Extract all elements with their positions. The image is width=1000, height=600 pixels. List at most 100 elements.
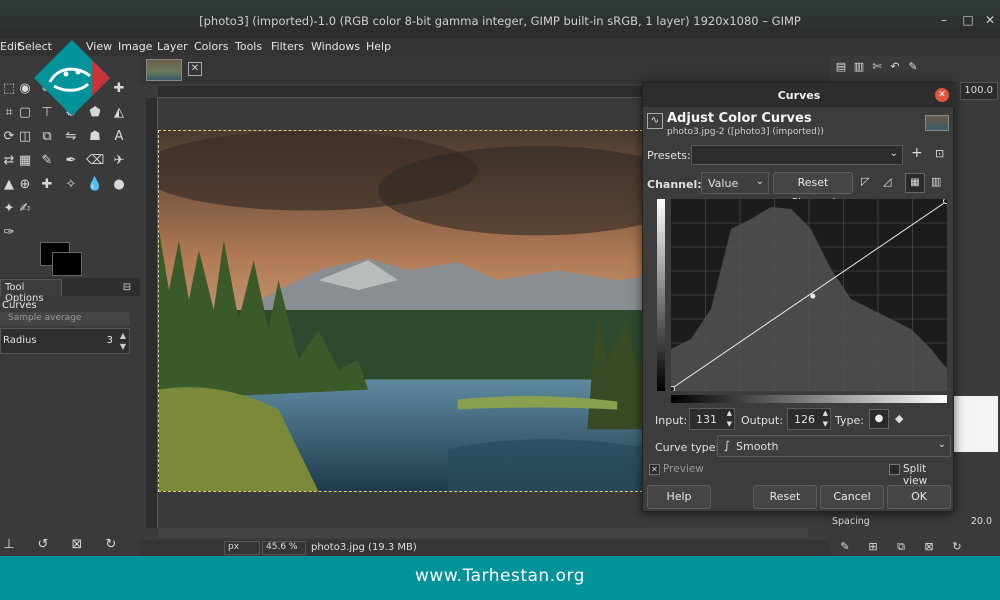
preview-checkbox[interactable]: ✕ — [649, 464, 660, 475]
channel-select[interactable]: Value ⌄ — [701, 172, 769, 194]
chevron-down-icon: ⌄ — [889, 148, 898, 159]
path-icon[interactable]: ✑ — [0, 224, 18, 242]
dodge-icon[interactable]: ● — [110, 176, 128, 194]
save-tool-preset-icon[interactable]: ⊥ — [0, 536, 18, 554]
restore-tool-preset-icon[interactable]: ↺ — [34, 536, 52, 554]
spin-up-icon[interactable]: ▲ — [120, 331, 126, 340]
ink-icon[interactable]: ✍ — [16, 200, 34, 218]
horizontal-scrollbar[interactable] — [158, 528, 808, 538]
histogram-settings-icon[interactable]: ▥ — [931, 175, 941, 188]
cancel-button[interactable]: Cancel — [820, 485, 884, 509]
linear-histogram-icon[interactable]: ◸ — [861, 175, 869, 188]
unit-select[interactable]: px — [224, 541, 260, 555]
delete-brush-icon[interactable]: ⊠ — [920, 540, 938, 556]
smooth-curve-icon: ∫ — [724, 439, 730, 452]
menu-help[interactable]: Help — [366, 40, 391, 53]
paintbrush-icon[interactable]: ✒ — [62, 152, 80, 170]
ok-button[interactable]: OK — [887, 485, 951, 509]
reset-channel-button[interactable]: Reset Channel — [773, 172, 853, 209]
smooth-point-icon[interactable]: ● — [869, 409, 889, 429]
menu-tools[interactable]: Tools — [235, 40, 262, 53]
heal-icon[interactable]: ✚ — [38, 176, 56, 194]
dialog-close-icon[interactable]: ✕ — [935, 88, 949, 102]
spin-down-icon[interactable]: ▼ — [823, 420, 828, 428]
tab-tool-options[interactable]: Tool Options — [0, 279, 62, 304]
input-field[interactable]: 131 ▲ ▼ — [689, 408, 735, 430]
log-histogram-icon[interactable]: ◿ — [883, 175, 891, 188]
image-tabs-bar — [140, 56, 830, 84]
output-field[interactable]: 126 ▲ ▼ — [787, 408, 831, 430]
background-color-swatch[interactable] — [52, 252, 82, 276]
airbrush-icon[interactable]: ✈ — [110, 152, 128, 170]
pencil-icon[interactable]: ✎ — [38, 152, 56, 170]
curve-start-point[interactable] — [671, 386, 675, 392]
menu-colors[interactable]: Colors — [194, 40, 228, 53]
split-view-checkbox[interactable] — [889, 464, 900, 475]
channel-value: Value — [708, 177, 739, 190]
menu-layer[interactable]: Layer — [157, 40, 188, 53]
channels-tab-icon[interactable]: ▥ — [850, 60, 868, 76]
refresh-brushes-icon[interactable]: ↻ — [948, 540, 966, 556]
vertical-gradient-bar — [657, 199, 665, 391]
layers-tab-icon[interactable]: ▤ — [832, 60, 850, 76]
dialog-image-thumbnail — [925, 115, 949, 131]
text-icon[interactable]: A — [110, 128, 128, 146]
curve-graph[interactable] — [671, 199, 947, 391]
radius-spinner[interactable]: Radius 3 ▲ ▼ — [0, 328, 130, 354]
blur-icon[interactable]: 💧 — [86, 176, 104, 194]
menu-filters[interactable]: Filters — [271, 40, 304, 53]
menu-image[interactable]: Image — [118, 40, 152, 53]
curve-control-point[interactable] — [810, 293, 816, 299]
brush-preview[interactable] — [954, 396, 998, 452]
flip-tool-icon[interactable]: ⇋ — [62, 128, 80, 146]
spin-down-icon[interactable]: ▼ — [727, 420, 732, 428]
preset-menu-icon[interactable]: ⊡ — [935, 147, 944, 160]
spin-up-icon[interactable]: ▲ — [727, 409, 732, 417]
close-image-tab-icon[interactable]: ✕ — [188, 62, 202, 76]
spacing-value[interactable]: 20.0 — [971, 516, 992, 527]
spin-up-icon[interactable]: ▲ — [823, 409, 828, 417]
curve-end-point[interactable] — [943, 199, 948, 204]
close-icon[interactable]: ✕ — [982, 13, 998, 27]
toolbox-panel: ⬚ ⌗ ⟳ ⇄ ▲ ✦ ✑ ◉ ✐ ✕ ✥ ✚ ▢ ⊤ ⚙ ⬟ ◭ ◫ ⧉ ⇋ … — [0, 56, 140, 556]
paths-tab-icon[interactable]: ✄ — [868, 60, 886, 76]
reset-tool-icon[interactable]: ↻ — [102, 536, 120, 554]
new-brush-icon[interactable]: ⊞ — [864, 540, 882, 556]
help-button[interactable]: Help — [647, 485, 711, 509]
delete-tool-preset-icon[interactable]: ⊠ — [68, 536, 86, 554]
clone-icon[interactable]: ⊕ — [16, 176, 34, 194]
duplicate-brush-icon[interactable]: ⧉ — [892, 540, 910, 556]
image-tab-thumbnail[interactable] — [146, 59, 182, 81]
presets-select[interactable]: ⌄ — [691, 145, 903, 165]
brushes-tab-icon[interactable]: ✎ — [904, 60, 922, 76]
add-preset-icon[interactable]: + — [911, 145, 923, 161]
shear-icon[interactable]: ◫ — [16, 128, 34, 146]
image-canvas-photo[interactable] — [158, 130, 658, 492]
curve-type-select[interactable]: ∫ Smooth ⌄ — [717, 435, 951, 457]
tarhestan-logo — [34, 40, 110, 116]
opacity-value[interactable]: 100.0 — [960, 82, 998, 100]
corner-point-icon[interactable]: ◆ — [895, 412, 903, 425]
reset-button[interactable]: Reset — [753, 485, 817, 509]
edit-brush-icon[interactable]: ✎ — [836, 540, 854, 556]
configure-tab-icon[interactable]: ⊟ — [118, 279, 136, 297]
footer-url[interactable]: www.Tarhestan.org — [0, 566, 1000, 586]
maximize-icon[interactable]: □ — [960, 13, 976, 27]
zoom-select[interactable]: 45.6 % — [262, 541, 306, 555]
dialog-heading: Adjust Color Curves — [667, 111, 812, 126]
histogram-view-icon[interactable]: ▦ — [905, 173, 925, 193]
perspective-clone-icon[interactable]: ✧ — [62, 176, 80, 194]
curve-type-value: Smooth — [736, 440, 779, 453]
eraser-icon[interactable]: ⌫ — [86, 152, 104, 170]
chevron-down-icon: ⌄ — [937, 439, 946, 450]
radius-value: 3 — [106, 335, 113, 346]
blend-icon[interactable]: ▦ — [16, 152, 34, 170]
undo-history-tab-icon[interactable]: ↶ — [886, 60, 904, 76]
sample-average-toggle[interactable]: Sample average — [0, 312, 130, 326]
dialog-subtitle: photo3.jpg-2 ([photo3] (imported)) — [667, 127, 824, 137]
spin-down-icon[interactable]: ▼ — [120, 342, 126, 351]
handle-transform-icon[interactable]: ☗ — [86, 128, 104, 146]
minimize-icon[interactable]: – — [936, 13, 952, 27]
perspective-icon[interactable]: ⧉ — [38, 128, 56, 146]
menu-windows[interactable]: Windows — [311, 40, 360, 53]
